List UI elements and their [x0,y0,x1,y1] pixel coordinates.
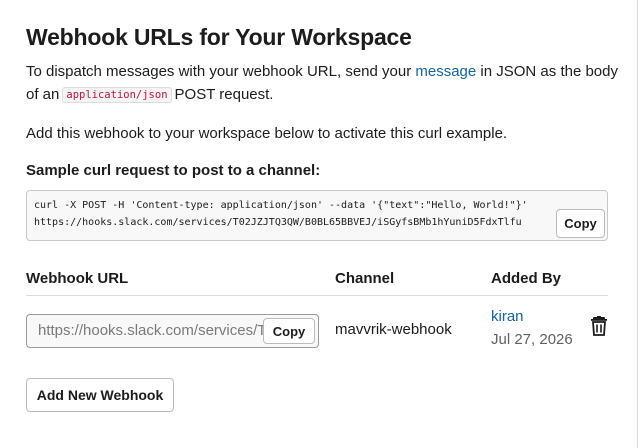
copy-webhook-url-button[interactable]: Copy [263,318,315,344]
table-header-divider [26,295,608,296]
page-title: Webhook URLs for Your Workspace [26,24,412,50]
content-type-code: application/json [62,87,172,103]
webhook-panel: Webhook URLs for Your Workspace To dispa… [0,0,638,448]
channel-name: mavvrik-webhook [335,321,452,338]
added-by-user-link[interactable]: kiran [491,308,524,325]
sample-curl-label: Sample curl request to post to a channel… [26,162,321,179]
add-hint-text: Add this webhook to your workspace below… [26,125,508,142]
webhook-url-value[interactable]: https://hooks.slack.com/services/T02JZJT… [38,322,268,339]
copy-curl-button[interactable]: Copy [556,209,605,238]
intro-text-end: in JSON as the body [476,63,618,80]
intro-text-start: To dispatch messages with your webhook U… [26,63,416,80]
sample-curl-code-box: curl -X POST -H 'Content-type: applicati… [26,190,608,241]
intro-text-line2: of an application/json POST request. [26,83,273,108]
webhook-url-field[interactable]: https://hooks.slack.com/services/T02JZJT… [26,314,319,348]
intro-line2-end: POST request. [174,86,274,103]
add-new-webhook-button[interactable]: Add New Webhook [26,378,174,412]
trash-icon[interactable] [590,316,608,336]
column-header-channel: Channel [335,270,395,287]
column-header-webhook-url: Webhook URL [26,270,129,287]
intro-line2-start: of an [26,86,60,103]
curl-command-line: curl -X POST -H 'Content-type: applicati… [34,200,528,211]
message-link[interactable]: message [415,63,476,80]
intro-text: To dispatch messages with your webhook U… [26,60,618,83]
curl-url-line: https://hooks.slack.com/services/T02JZJT… [34,217,522,228]
added-date: Jul 27, 2026 [491,331,573,348]
column-header-added-by: Added By [491,270,562,287]
